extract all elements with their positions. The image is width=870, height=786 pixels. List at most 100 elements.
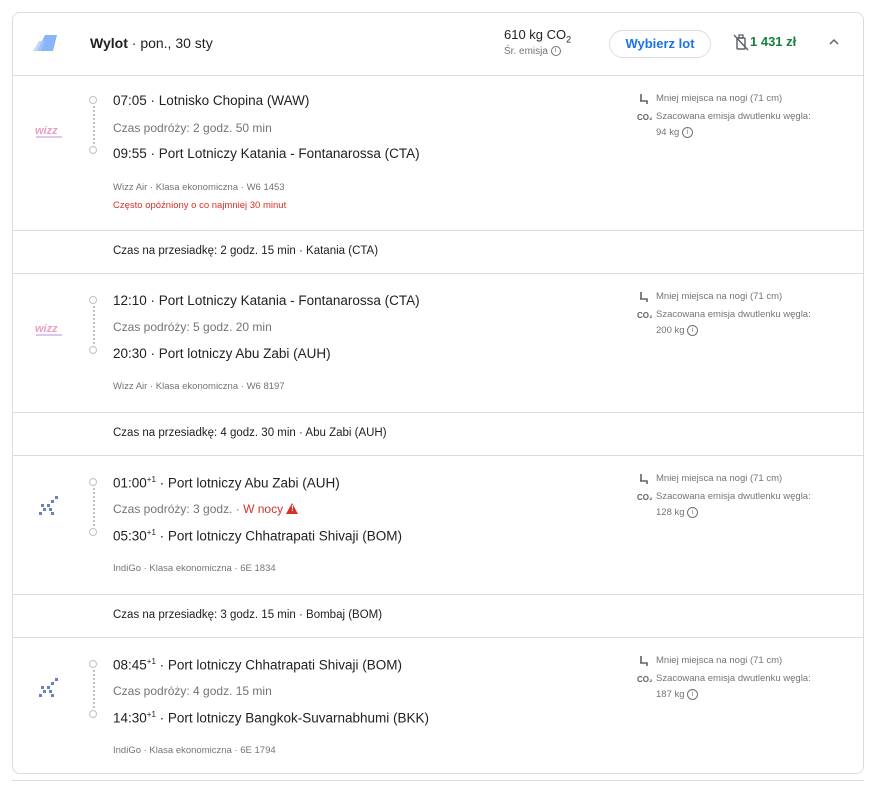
departure-time: 01:00: [113, 475, 147, 491]
info-icon[interactable]: i: [687, 689, 699, 700]
title-date: pon., 30 sty: [140, 35, 213, 51]
emission-value: 187 kg: [656, 689, 685, 701]
travel-time: Czas podróży: 4 godz. 15 min: [113, 684, 272, 698]
info-icon[interactable]: i: [550, 46, 561, 57]
emission-value: 128 kg: [656, 507, 685, 519]
arrival-airport: Port lotniczy Chhatrapati Shivaji (BOM): [167, 528, 403, 544]
day-offset: +1: [146, 475, 156, 484]
sep: ·: [146, 346, 159, 361]
co2-value: 610 kg CO: [504, 27, 567, 42]
arrival-dot: [89, 528, 97, 536]
co2-average-label: Śr. emisja i: [504, 46, 561, 57]
layover-text: Czas na przesiadkę: 4 godz. 30 min · Abu…: [113, 427, 387, 439]
day-offset: +1: [146, 657, 156, 666]
emission-value: 200 kg: [656, 325, 685, 337]
price: 1 431 zł: [750, 34, 797, 49]
title-sep: ·: [127, 35, 141, 51]
sep: ·: [155, 475, 168, 491]
arrival-time: 09:55: [113, 146, 147, 161]
wizz-air-logo-icon: wizz: [35, 125, 62, 138]
seat-icon: [640, 292, 648, 302]
departure-airport: Port Lotniczy Katania - Fontanarossa (CT…: [158, 293, 420, 308]
info-icon[interactable]: i: [687, 507, 699, 518]
svg-text:wizz: wizz: [35, 125, 58, 137]
layover-row: Czas na przesiadkę: 3 godz. 15 min · Bom…: [13, 594, 863, 638]
arrival-dot: [89, 710, 97, 718]
multi-airline-logo-icon: [33, 35, 57, 51]
travel-time: Czas podróży: 5 godz. 20 min: [113, 320, 272, 334]
co2-sub: 2: [566, 34, 572, 45]
sep: ·: [146, 146, 159, 161]
sep: ·: [155, 657, 168, 673]
co2-total: 610 kg CO2: [504, 27, 571, 45]
travel-time: Czas podróży: 2 godz. 50 min: [113, 121, 272, 135]
co2-icon: CO₂: [637, 675, 653, 684]
layover-text: Czas na przesiadkę: 2 godz. 15 min · Kat…: [113, 245, 379, 257]
flight-leg: 08:45+1 · Port lotniczy Chhatrapati Shiv…: [13, 638, 863, 773]
departure-dot: [89, 296, 97, 304]
departure-row: 07:05 · Lotnisko Chopina (WAW): [113, 93, 309, 108]
arrival-row: 05:30+1 · Port lotniczy Chhatrapati Shiv…: [113, 528, 402, 544]
sep: ·: [146, 93, 159, 108]
day-offset: +1: [146, 710, 156, 719]
legroom-info: Mniej miejsca na nogi (71 cm): [656, 473, 783, 484]
legroom-info: Mniej miejsca na nogi (71 cm): [656, 655, 783, 666]
departure-dot: [89, 96, 97, 104]
seat-icon: [640, 94, 648, 104]
title-prefix: Wylot: [90, 35, 128, 51]
departure-row: 12:10 · Port Lotniczy Katania - Fontanar…: [113, 293, 420, 308]
flight-meta: Wizz Air · Klasa ekonomiczna · W6 1453: [113, 182, 285, 193]
timeline-line: [93, 306, 95, 344]
arrival-time: 14:30: [113, 710, 147, 726]
emission-label: Szacowana emisja dwutlenku węgla:: [656, 309, 811, 320]
emission-value: 94 kg: [656, 127, 680, 139]
emission-value-row: 200 kg i: [656, 325, 699, 337]
co2-icon: CO₂: [637, 311, 653, 320]
flight-leg: wizz 12:10 · Port Lotniczy Katania - Fon…: [13, 274, 863, 412]
departure-row: 08:45+1 · Port lotniczy Chhatrapati Shiv…: [113, 657, 402, 673]
sep: ·: [146, 293, 159, 308]
emission-value-row: 128 kg i: [656, 507, 699, 519]
indigo-logo-icon: [39, 678, 58, 697]
co2-icon: CO₂: [637, 493, 653, 502]
departure-time: 08:45: [113, 657, 147, 673]
duration-text: Czas podróży: 3 godz.: [113, 502, 233, 516]
legroom-info: Mniej miejsca na nogi (71 cm): [656, 93, 783, 104]
info-icon[interactable]: i: [687, 325, 699, 336]
warning-icon: [286, 503, 299, 514]
info-icon[interactable]: i: [681, 127, 693, 138]
sep: ·: [155, 710, 168, 726]
layover-row: Czas na przesiadkę: 4 godz. 30 min · Abu…: [13, 412, 863, 456]
co2-icon: CO₂: [637, 113, 653, 122]
overnight-label: W nocy: [243, 502, 284, 516]
sep: ·: [232, 502, 244, 516]
select-flight-button[interactable]: Wybierz lot: [609, 30, 711, 58]
flight-meta: Wizz Air · Klasa ekonomiczna · W6 8197: [113, 381, 285, 392]
arrival-row: 20:30 · Port lotniczy Abu Zabi (AUH): [113, 346, 331, 361]
flight-meta: IndiGo · Klasa ekonomiczna · 6E 1794: [113, 745, 276, 756]
seat-icon: [640, 474, 648, 484]
travel-time: Czas podróży: 3 godz. · W nocy: [113, 502, 299, 516]
emission-label: Szacowana emisja dwutlenku węgla:: [656, 673, 811, 684]
emission-value-row: 94 kg i: [656, 127, 693, 138]
departure-dot: [89, 478, 97, 486]
arrival-dot: [89, 146, 97, 154]
flight-leg: 01:00+1 · Port lotniczy Abu Zabi (AUH) C…: [13, 456, 863, 594]
svg-text:wizz: wizz: [35, 323, 58, 335]
arrival-airport: Port lotniczy Abu Zabi (AUH): [158, 346, 331, 361]
arrival-time: 05:30: [113, 528, 147, 544]
flight-meta: IndiGo · Klasa ekonomiczna · 6E 1834: [113, 563, 276, 574]
flight-header[interactable]: Wylot · pon., 30 sty 610 kg CO2 Śr. emis…: [13, 13, 863, 76]
chevron-up-icon[interactable]: [827, 35, 841, 49]
indigo-logo-icon: [39, 496, 58, 515]
layover-row: Czas na przesiadkę: 2 godz. 15 min · Kat…: [13, 230, 863, 274]
seat-icon: [640, 656, 648, 666]
next-card-edge: [12, 780, 864, 786]
timeline-line: [93, 488, 95, 526]
layover-text: Czas na przesiadkę: 3 godz. 15 min · Bom…: [113, 609, 383, 621]
arrival-row: 09:55 · Port Lotniczy Katania - Fontanar…: [113, 146, 420, 161]
day-offset: +1: [146, 528, 156, 537]
emission-label: Szacowana emisja dwutlenku węgla:: [656, 111, 811, 122]
departure-airport: Lotnisko Chopina (WAW): [158, 93, 310, 108]
arrival-time: 20:30: [113, 346, 147, 361]
